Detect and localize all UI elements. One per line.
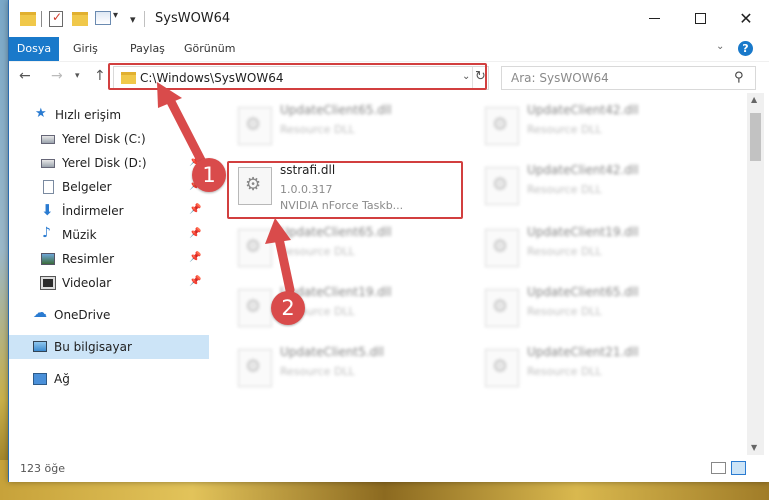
step-1-badge: 1 <box>192 158 226 192</box>
step-2-badge: 2 <box>271 291 305 325</box>
arrow-to-address-bar <box>162 89 209 171</box>
arrow-to-file <box>273 229 295 295</box>
annotation-arrows <box>157 82 295 295</box>
arrow-head <box>265 218 291 244</box>
